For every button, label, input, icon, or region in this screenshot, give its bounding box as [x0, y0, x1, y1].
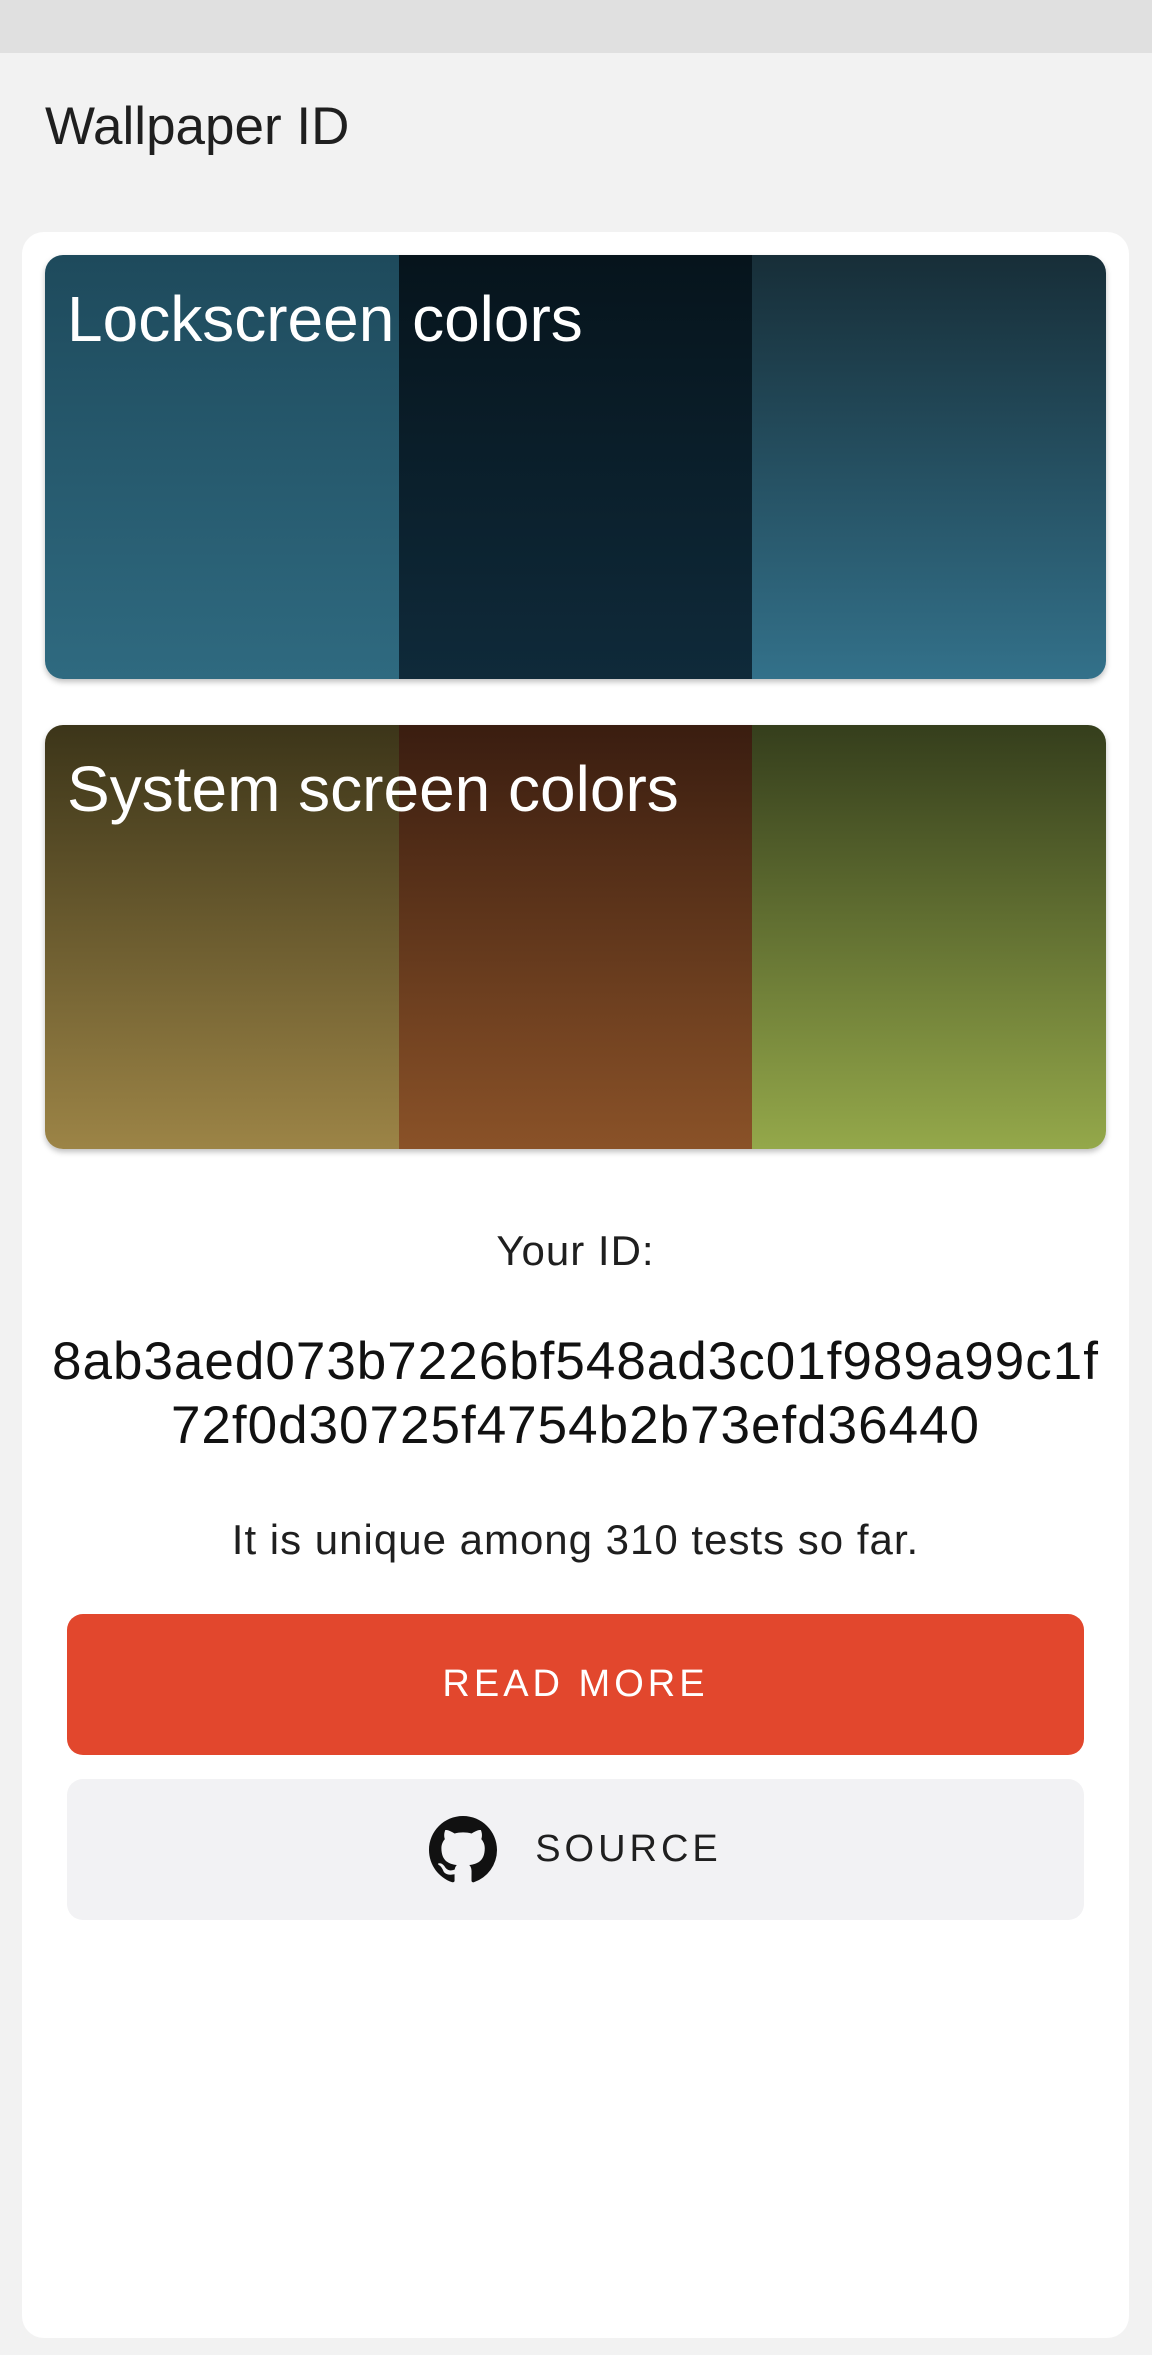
system-swatch-3	[752, 725, 1106, 1149]
unique-count-text: It is unique among 310 tests so far.	[231, 1516, 920, 1563]
system-colors-panel: System screen colors	[45, 725, 1106, 1149]
github-icon	[429, 1815, 498, 1884]
your-id-label: Your ID:	[496, 1227, 655, 1274]
lockscreen-colors-title: Lockscreen colors	[67, 283, 583, 355]
lockscreen-colors-panel: Lockscreen colors	[45, 255, 1106, 679]
lockscreen-swatch-3	[752, 255, 1106, 679]
system-colors-title: System screen colors	[67, 753, 679, 825]
status-bar	[0, 0, 1152, 53]
app-bar: Wallpaper ID	[0, 53, 1152, 213]
source-button[interactable]: SOURCE	[67, 1779, 1084, 1920]
source-label: SOURCE	[535, 1828, 722, 1870]
read-more-label: READ MORE	[442, 1663, 709, 1705]
page-title: Wallpaper ID	[45, 97, 350, 156]
read-more-button[interactable]: READ MORE	[67, 1614, 1084, 1755]
main-card: Lockscreen colors System screen colors Y…	[22, 232, 1129, 2338]
wallpaper-id-value: 8ab3aed073b7226bf548ad3c01f989a99c1f72f0…	[52, 1332, 1099, 1455]
